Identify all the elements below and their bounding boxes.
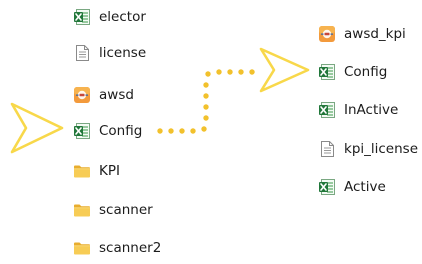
- file-item-elector[interactable]: elector: [73, 5, 146, 29]
- app-logo-icon: [73, 86, 91, 104]
- folder-item-kpi[interactable]: KPI: [73, 159, 120, 183]
- dotted-connector: [157, 69, 255, 134]
- folder-icon: [73, 162, 91, 180]
- excel-file-icon: [318, 178, 336, 196]
- file-item-kpi-license[interactable]: kpi_license: [318, 137, 418, 161]
- excel-file-icon: [318, 101, 336, 119]
- file-item-awsd-kpi[interactable]: awsd_kpi: [318, 22, 406, 46]
- file-name: license: [99, 45, 147, 61]
- file-name: InActive: [344, 102, 399, 118]
- file-name: awsd: [99, 87, 134, 103]
- file-name: Config: [99, 123, 143, 139]
- left-arrow-icon: [10, 102, 64, 154]
- text-file-icon: [73, 44, 91, 62]
- folder-name: scanner: [99, 202, 153, 218]
- excel-file-icon: [318, 63, 336, 81]
- file-item-config[interactable]: Config: [73, 119, 142, 143]
- file-item-inactive[interactable]: InActive: [318, 98, 398, 122]
- file-name: awsd_kpi: [344, 26, 406, 42]
- folder-name: scanner2: [99, 240, 162, 256]
- file-name: elector: [99, 9, 146, 25]
- folder-item-scanner2[interactable]: scanner2: [73, 236, 161, 260]
- file-item-active[interactable]: Active: [318, 175, 386, 199]
- excel-file-icon: [73, 122, 91, 140]
- file-name: Active: [344, 179, 386, 195]
- excel-file-icon: [73, 8, 91, 26]
- folder-name: KPI: [99, 163, 120, 179]
- file-name: Config: [344, 64, 388, 80]
- file-item-license[interactable]: license: [73, 41, 146, 65]
- right-arrow-icon: [259, 47, 310, 93]
- app-logo-icon: [318, 25, 336, 43]
- folder-icon: [73, 239, 91, 257]
- file-item-config-copy[interactable]: Config: [318, 60, 387, 84]
- file-name: kpi_license: [344, 141, 419, 157]
- folder-item-scanner[interactable]: scanner: [73, 198, 153, 222]
- file-item-awsd[interactable]: awsd: [73, 83, 134, 107]
- folder-icon: [73, 201, 91, 219]
- text-file-icon: [318, 140, 336, 158]
